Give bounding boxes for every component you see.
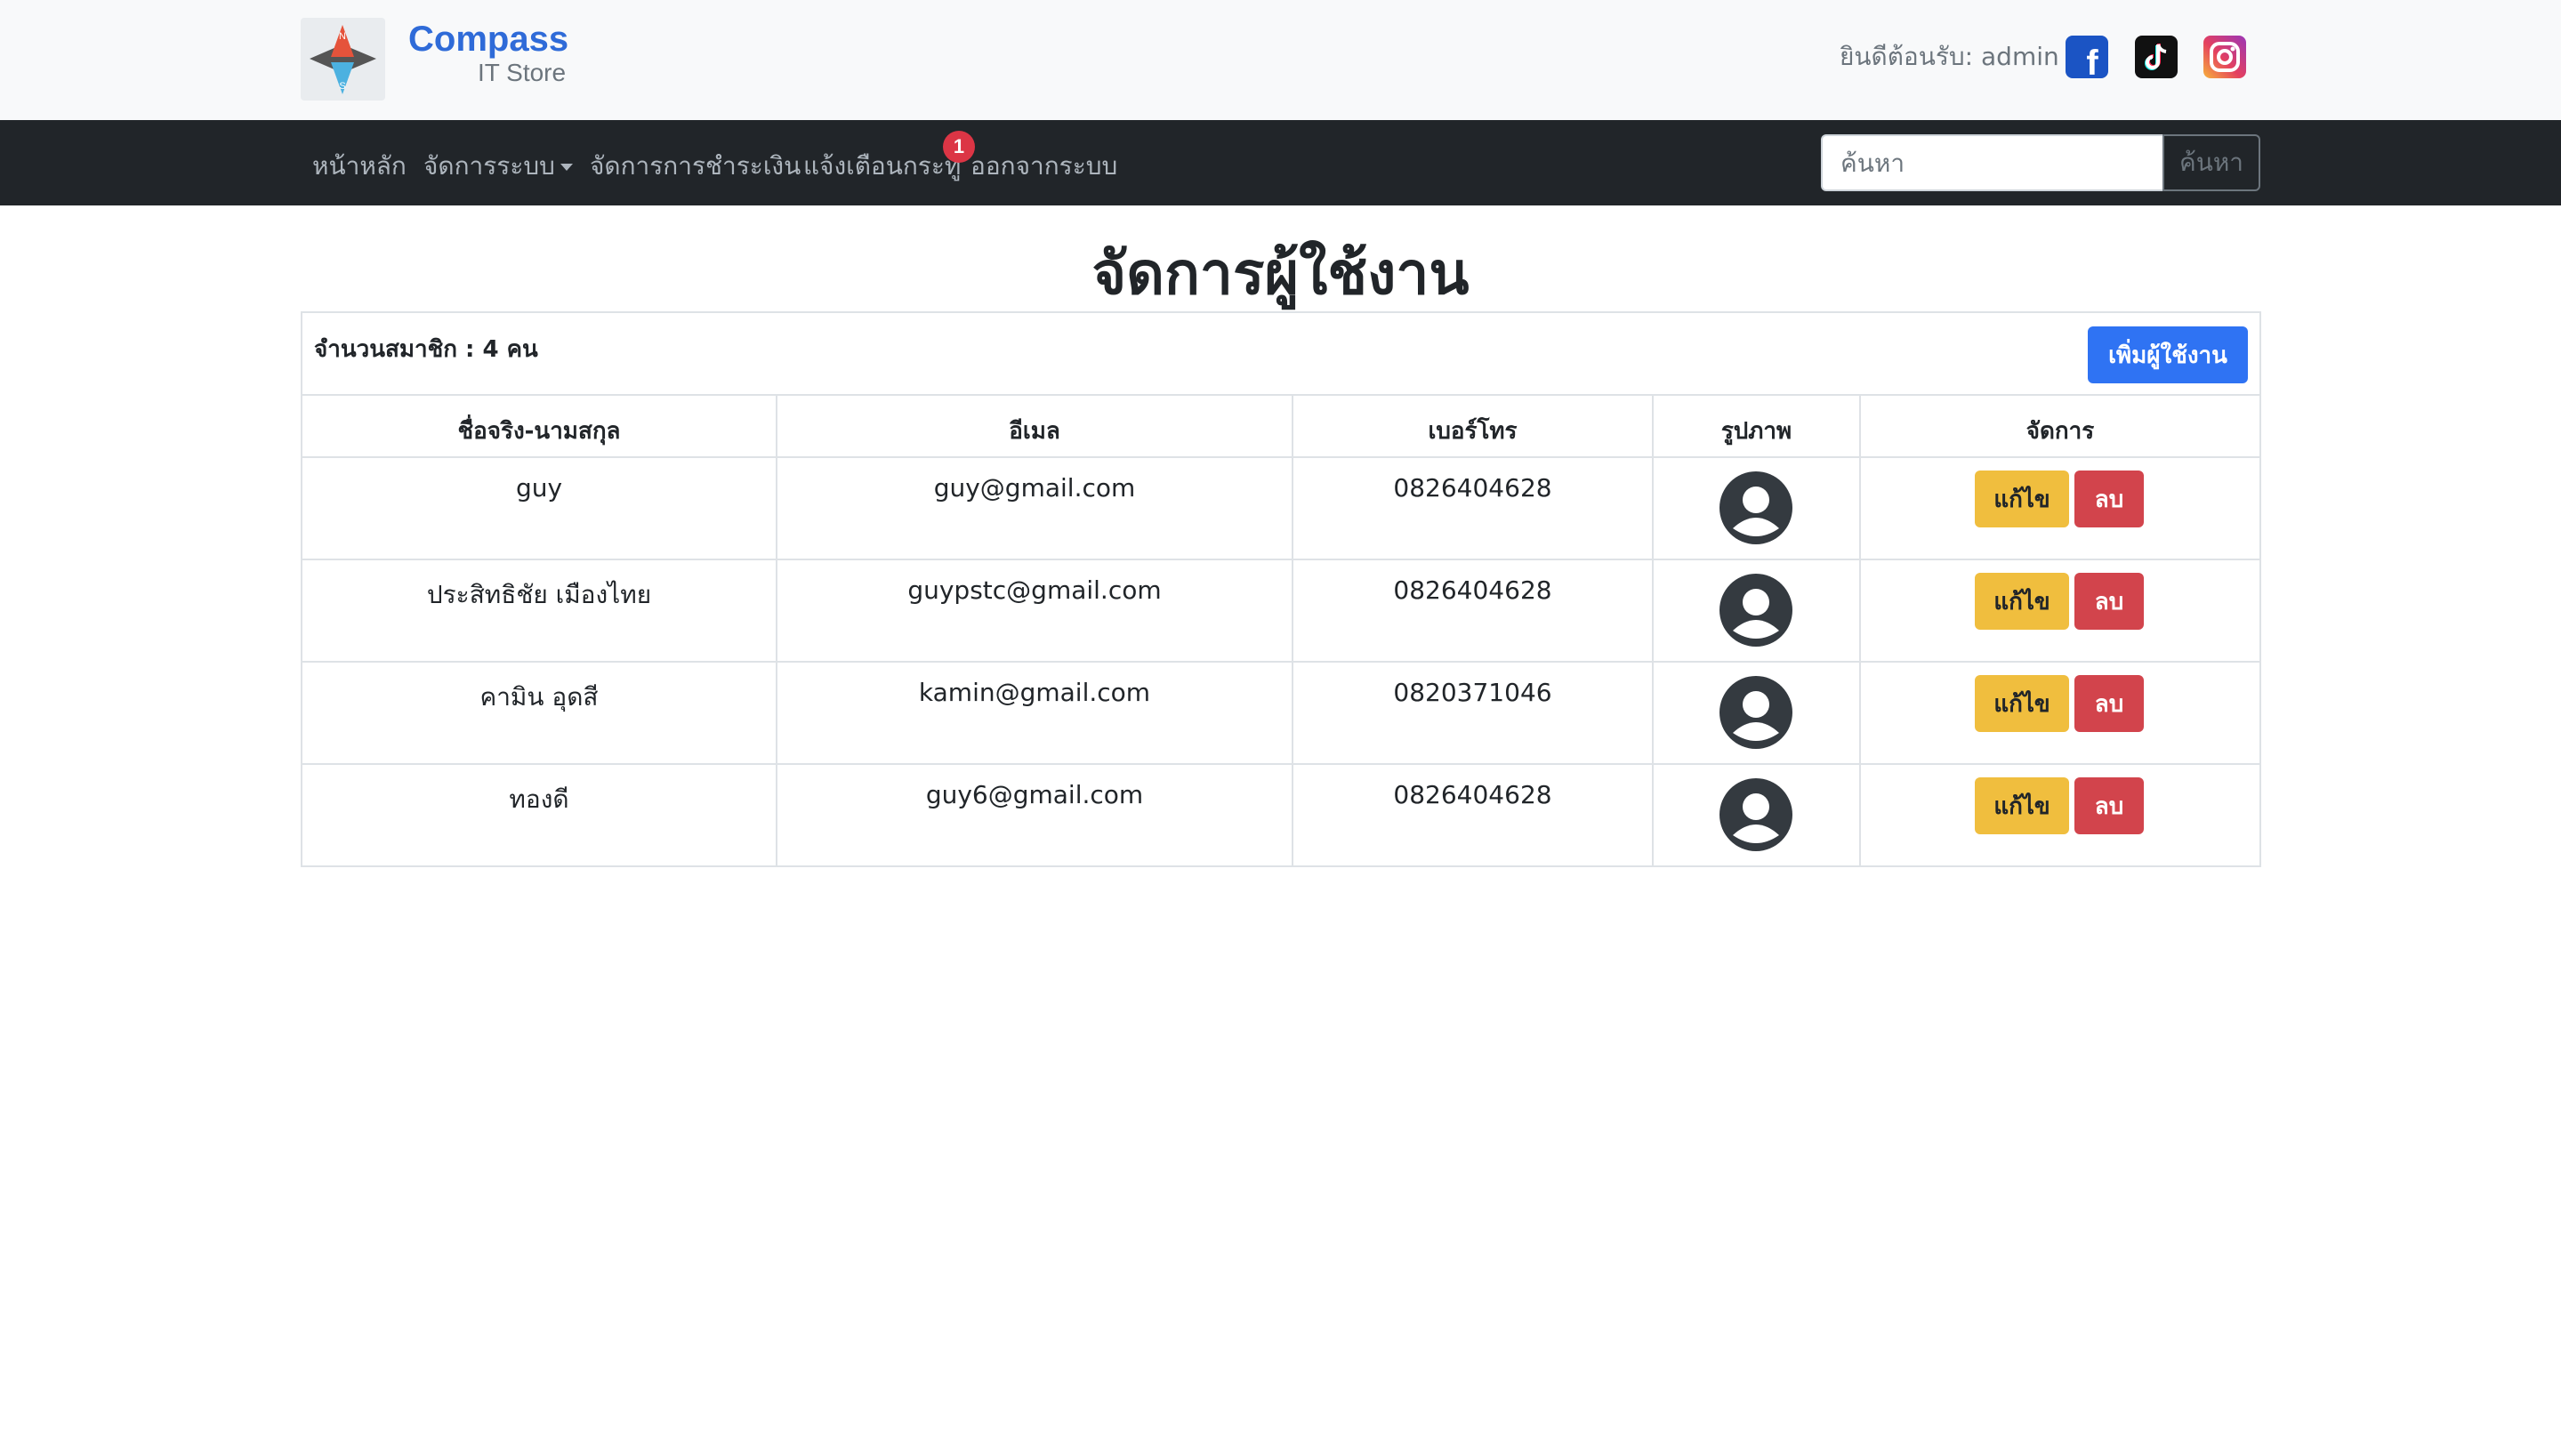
table-divider	[301, 394, 2261, 396]
cell-email: guypstc@gmail.com	[907, 575, 1162, 605]
add-user-button[interactable]: เพิ่มผู้ใช้งาน	[2088, 326, 2248, 383]
brand-subtitle: IT Store	[478, 59, 567, 86]
edit-button[interactable]: แก้ไข	[1975, 777, 2069, 834]
welcome-text: ยินดีต้อนรับ: admin	[1840, 42, 2059, 71]
delete-button[interactable]: ลบ	[2074, 675, 2144, 732]
column-header-name: ชื่อจริง-นามสกุล	[457, 418, 621, 445]
nav-manage-system-label: จัดการระบบ	[423, 151, 555, 181]
table-divider	[301, 763, 2261, 765]
delete-button[interactable]: ลบ	[2074, 573, 2144, 630]
facebook-icon[interactable]: f	[2066, 36, 2108, 83]
nav-home[interactable]: หน้าหลัก	[312, 147, 407, 186]
nav-logout[interactable]: ออกจากระบบ	[970, 147, 1117, 186]
user-avatar-icon	[1718, 776, 1794, 853]
edit-button[interactable]: แก้ไข	[1975, 573, 2069, 630]
edit-button[interactable]: แก้ไข	[1975, 471, 2069, 527]
cell-phone: 0826404628	[1393, 780, 1552, 809]
nav-manage-system-dropdown[interactable]: จัดการระบบ	[423, 147, 573, 186]
cell-phone: 0820371046	[1393, 678, 1552, 707]
cell-email: kamin@gmail.com	[918, 678, 1151, 707]
nav-manage-payment[interactable]: จัดการการชำระเงิน	[590, 147, 801, 186]
page-title: จัดการผู้ใช้งาน	[1091, 239, 1470, 308]
search-input[interactable]	[1821, 134, 2164, 191]
cell-phone: 0826404628	[1393, 473, 1552, 503]
edit-button[interactable]: แก้ไข	[1975, 675, 2069, 732]
cell-name: ประสิทธิชัย เมืองไทย	[426, 580, 652, 609]
table-divider	[1652, 394, 1654, 867]
svg-text:N: N	[339, 31, 346, 42]
user-avatar-icon	[1718, 572, 1794, 648]
column-header-email: อีเมล	[1009, 418, 1060, 445]
caret-down-icon	[560, 164, 573, 171]
table-divider	[1859, 394, 1861, 867]
cell-name: guy	[515, 473, 563, 503]
nav-notify-posts[interactable]: แจ้งเตือนกระทู้	[803, 147, 961, 186]
column-header-phone: เบอร์โทร	[1428, 418, 1518, 445]
column-header-image: รูปภาพ	[1720, 418, 1792, 445]
cell-email: guy@gmail.com	[933, 473, 1136, 503]
logo[interactable]: N S	[301, 18, 385, 101]
cell-phone: 0826404628	[1393, 575, 1552, 605]
svg-text:f: f	[2086, 44, 2098, 78]
user-avatar-icon	[1718, 674, 1794, 751]
brand-name[interactable]: Compass	[408, 20, 568, 60]
table-divider	[301, 661, 2261, 663]
cell-name: คามิน อุดสี	[479, 682, 599, 712]
user-avatar-icon	[1718, 470, 1794, 546]
column-header-actions: จัดการ	[2025, 418, 2095, 445]
table-divider	[301, 456, 2261, 458]
tiktok-icon[interactable]	[2135, 36, 2178, 78]
cell-email: guy6@gmail.com	[925, 780, 1144, 809]
search-button[interactable]: ค้นหา	[2162, 134, 2260, 191]
svg-text:S: S	[339, 81, 345, 92]
delete-button[interactable]: ลบ	[2074, 471, 2144, 527]
table-divider	[301, 559, 2261, 560]
member-count: จำนวนสมาชิก : 4 คน	[314, 336, 538, 363]
cell-name: ทองดี	[509, 784, 569, 814]
instagram-icon[interactable]	[2203, 36, 2246, 78]
delete-button[interactable]: ลบ	[2074, 777, 2144, 834]
